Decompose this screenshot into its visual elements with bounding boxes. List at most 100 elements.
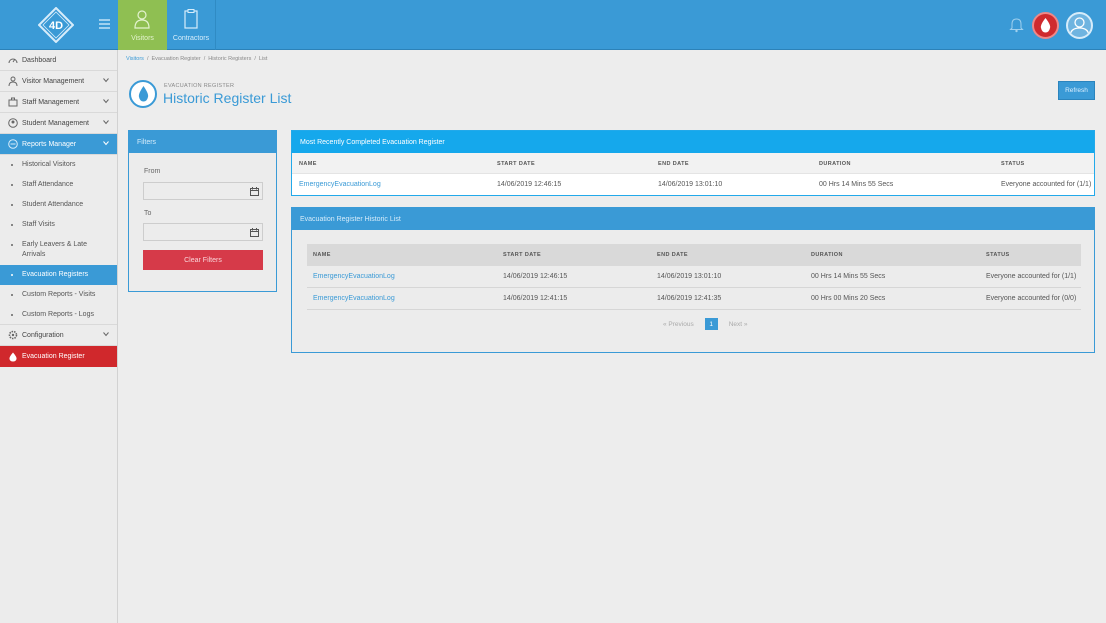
column-header-name: NAME bbox=[313, 252, 331, 258]
filters-title: Filters bbox=[129, 131, 276, 153]
sidebar-item-dashboard[interactable]: Dashboard bbox=[0, 50, 117, 71]
sidebar-item-label: Configuration bbox=[22, 331, 64, 339]
historic-table-header: NAME START DATE END DATE DURATION STATUS bbox=[307, 244, 1081, 266]
chevron-down-icon bbox=[103, 332, 109, 337]
sidebar-sub-label: Student Attendance bbox=[22, 201, 84, 208]
user-icon bbox=[1069, 17, 1090, 37]
svg-text:4D: 4D bbox=[49, 20, 63, 32]
sidebar-item-configuration[interactable]: Configuration bbox=[0, 325, 117, 346]
breadcrumb-visitors[interactable]: Visitors bbox=[126, 56, 144, 62]
clipboard-icon bbox=[184, 9, 198, 29]
user-avatar[interactable] bbox=[1066, 12, 1093, 39]
filters-panel: Filters From To Clear Filters bbox=[128, 130, 277, 292]
duration-cell: 00 Hrs 00 Mins 20 Secs bbox=[811, 295, 886, 302]
sidebar-sub-label: Custom Reports - Visits bbox=[22, 291, 96, 298]
sidebar-sub-label: Custom Reports - Logs bbox=[22, 310, 94, 318]
sidebar-sub-custom-reports-visits[interactable]: Custom Reports - Visits bbox=[0, 285, 117, 305]
pagination-page-1[interactable]: 1 bbox=[704, 318, 718, 330]
end-date-cell: 14/06/2019 13:01:10 bbox=[658, 181, 723, 188]
visitor-icon bbox=[134, 10, 150, 29]
table-row: EmergencyEvacuationLog 14/06/2019 12:46:… bbox=[307, 266, 1081, 288]
from-label: From bbox=[144, 168, 161, 175]
refresh-button[interactable]: Refresh bbox=[1058, 81, 1095, 100]
clear-filters-button[interactable]: Clear Filters bbox=[143, 250, 263, 270]
page-title: Historic Register List bbox=[163, 90, 292, 106]
sidebar-sub-staff-attendance[interactable]: Staff Attendance bbox=[0, 175, 117, 195]
start-date-cell: 14/06/2019 12:46:15 bbox=[503, 273, 568, 280]
sidebar-item-student-management[interactable]: Student Management bbox=[0, 113, 117, 134]
sidebar-sub-label: Historical Visitors bbox=[22, 161, 76, 168]
pagination-next[interactable]: Next » bbox=[729, 321, 748, 328]
to-date-input[interactable] bbox=[143, 223, 263, 241]
sidebar-item-staff-management[interactable]: Staff Management bbox=[0, 92, 117, 113]
calendar-icon[interactable] bbox=[250, 228, 259, 237]
start-date-cell: 14/06/2019 12:41:15 bbox=[503, 295, 568, 302]
column-header-end-date: END DATE bbox=[658, 161, 689, 167]
to-label: To bbox=[144, 210, 152, 217]
student-icon bbox=[8, 118, 18, 128]
hamburger-menu-icon[interactable] bbox=[99, 19, 110, 29]
end-date-cell: 14/06/2019 13:01:10 bbox=[657, 273, 722, 280]
historic-list-title: Evacuation Register Historic List bbox=[292, 208, 1094, 230]
status-cell: Everyone accounted for (0/0) bbox=[986, 295, 1077, 302]
chevron-down-icon bbox=[103, 120, 109, 125]
recent-register-title: Most Recently Completed Evacuation Regis… bbox=[292, 131, 1094, 153]
sidebar-sub-label: Staff Visits bbox=[22, 221, 55, 228]
duration-cell: 00 Hrs 14 Mins 55 Secs bbox=[819, 181, 894, 188]
4d-logo[interactable]: 4D bbox=[38, 7, 74, 43]
column-header-duration: DURATION bbox=[811, 252, 843, 258]
recent-table-header: NAME START DATE END DATE DURATION STATUS bbox=[292, 153, 1094, 174]
sidebar-sub-label: Staff Attendance bbox=[22, 181, 74, 188]
sidebar-item-label: Visitor Management bbox=[22, 77, 85, 85]
sidebar-item-label: Staff Management bbox=[22, 98, 80, 106]
flame-icon bbox=[1040, 18, 1051, 33]
table-row: EmergencyEvacuationLog 14/06/2019 12:41:… bbox=[307, 288, 1081, 310]
duration-cell: 00 Hrs 14 Mins 55 Secs bbox=[811, 273, 886, 280]
sidebar-sub-staff-visits[interactable]: Staff Visits bbox=[0, 215, 117, 235]
bell-icon[interactable] bbox=[1009, 17, 1024, 33]
sidebar-sub-early-leavers[interactable]: Early Leavers & Late Arrivals bbox=[0, 235, 117, 265]
historic-list-panel: Evacuation Register Historic List NAME S… bbox=[291, 207, 1095, 353]
evacuation-alert-button[interactable] bbox=[1032, 12, 1059, 39]
page-subtitle: EVACUATION REGISTER bbox=[164, 83, 235, 89]
top-bar: 4D Visitors Contractors bbox=[0, 0, 1106, 50]
chevron-down-icon bbox=[103, 99, 109, 104]
sidebar-sub-custom-reports-logs[interactable]: Custom Reports - Logs bbox=[0, 305, 117, 325]
table-row: EmergencyEvacuationLog 14/06/2019 12:46:… bbox=[292, 174, 1094, 196]
column-header-duration: DURATION bbox=[819, 161, 851, 167]
sidebar-sub-evacuation-registers[interactable]: Evacuation Registers bbox=[0, 265, 117, 285]
recent-register-panel: Most Recently Completed Evacuation Regis… bbox=[291, 130, 1095, 196]
sidebar-item-label: Reports Manager bbox=[22, 140, 77, 148]
sidebar-item-reports-manager[interactable]: Reports Manager bbox=[0, 134, 117, 155]
sidebar-item-label: Evacuation Register bbox=[22, 353, 85, 360]
register-link[interactable]: EmergencyEvacuationLog bbox=[313, 273, 395, 280]
tab-contractors[interactable]: Contractors bbox=[167, 0, 216, 50]
sidebar-sub-student-attendance[interactable]: Student Attendance bbox=[0, 195, 117, 215]
breadcrumb-historic-registers[interactable]: Historic Registers bbox=[208, 56, 251, 62]
sidebar-sub-historical-visitors[interactable]: Historical Visitors bbox=[0, 155, 117, 175]
register-link[interactable]: EmergencyEvacuationLog bbox=[299, 181, 381, 188]
page-icon bbox=[129, 80, 157, 108]
chevron-down-icon bbox=[103, 78, 109, 83]
register-link[interactable]: EmergencyEvacuationLog bbox=[313, 295, 395, 302]
column-header-end-date: END DATE bbox=[657, 252, 688, 258]
column-header-name: NAME bbox=[299, 161, 317, 167]
dashboard-icon bbox=[8, 58, 18, 64]
pagination: « Previous 1 Next » bbox=[658, 318, 753, 330]
breadcrumb-list: List bbox=[258, 56, 268, 62]
column-header-start-date: START DATE bbox=[503, 252, 542, 258]
column-header-status: STATUS bbox=[986, 252, 1010, 258]
sidebar-item-evacuation-register[interactable]: Evacuation Register bbox=[0, 346, 117, 367]
start-date-cell: 14/06/2019 12:46:15 bbox=[497, 181, 562, 188]
from-date-input[interactable] bbox=[143, 182, 263, 200]
tab-visitors[interactable]: Visitors bbox=[118, 0, 167, 50]
column-header-status: STATUS bbox=[1001, 161, 1025, 167]
calendar-icon[interactable] bbox=[250, 187, 259, 196]
gear-icon bbox=[8, 330, 18, 340]
pagination-previous[interactable]: « Previous bbox=[663, 321, 694, 328]
sidebar-sub-label: Early Leavers & Late Arrivals bbox=[22, 241, 87, 258]
breadcrumb-evacuation-register[interactable]: Evacuation Register bbox=[151, 56, 200, 62]
sidebar-item-visitor-management[interactable]: Visitor Management bbox=[0, 71, 117, 92]
end-date-cell: 14/06/2019 12:41:35 bbox=[657, 295, 722, 302]
water-drop-icon bbox=[138, 86, 149, 102]
